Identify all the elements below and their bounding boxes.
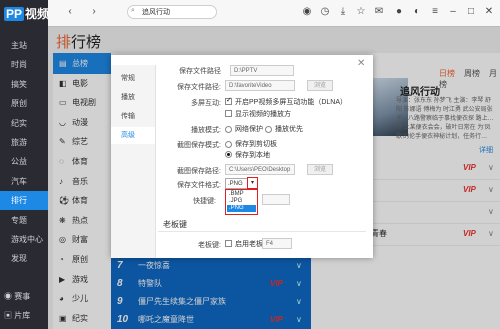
library-icon: ▣ [4,311,12,320]
format-option-png[interactable]: .PNG [227,205,256,212]
show-device-checkbox[interactable] [225,110,232,117]
multiscreen-label: 多屏互动: [191,100,221,107]
nav-item[interactable]: 汽车 [0,172,48,191]
nav-item[interactable]: 搞笑 [0,75,48,94]
nav-footer-library-label: 片库 [14,311,31,320]
favorite-icon[interactable]: ☆ [355,6,367,18]
boss-key-field[interactable]: F4 [262,238,292,249]
play-mode-play-radio[interactable] [265,126,272,133]
nav-footer-events[interactable]: ◉ 赛事 [4,291,30,302]
nav-footer-library[interactable]: ▣ 片库 [4,310,30,321]
play-mode-network-radio[interactable] [225,126,232,133]
back-icon[interactable]: ‹ [64,6,76,18]
settings-tab[interactable]: 高级 [111,127,155,144]
hotkey-field[interactable] [262,194,290,205]
format-option-jpg[interactable]: .JPG [227,198,256,205]
minimize-icon[interactable]: – [447,6,459,18]
record-icon[interactable]: ◉ [301,6,313,18]
multiscreen-checkbox[interactable] [225,96,232,105]
search-input[interactable]: 追风行动 [127,5,217,19]
snapshot-mode-label: 截图保存模式: [177,142,221,149]
nav-item[interactable]: 主站 [0,36,48,55]
dialog-close-icon[interactable]: ✕ [357,58,365,69]
snapshot-mode-opt2: 保存到本地 [235,152,270,159]
multiscreen-opt2: 显示视频的播放方 [235,111,291,118]
format-option-bmp[interactable]: .BMP [227,191,256,198]
forward-icon[interactable]: › [88,6,100,18]
nav-item[interactable]: 原创 [0,94,48,113]
chevron-down-icon[interactable]: ▾ [247,177,258,189]
row0-path[interactable]: D:\PPTV [230,65,294,76]
nav-item[interactable]: 时尚 [0,55,48,74]
nav-item[interactable]: 公益 [0,152,48,171]
boss-key-checkbox[interactable] [225,240,232,247]
menu-icon[interactable]: ≡ [429,6,441,18]
hotkey-label: 快捷键: [193,198,216,205]
message-icon[interactable]: ✉ [373,6,385,18]
browse-button-1[interactable]: 浏览 [307,80,333,91]
logo-badge: PP [4,7,25,21]
nav-footer-events-label: 赛事 [14,292,31,301]
skin-icon[interactable]: ◐ [411,6,423,18]
nav-item[interactable]: 旅游 [0,133,48,152]
history-icon[interactable]: ◷ [319,6,331,18]
search-icon: ⌕ [131,7,135,14]
format-label: 保存文件格式: [177,182,221,189]
search-value: 追风行动 [142,9,170,16]
snapshot-path-label: 截图保存路径: [177,168,221,175]
nav-item[interactable]: 游戏中心 [0,230,48,249]
settings-tab[interactable]: 播放 [111,89,155,106]
trophy-icon: ◉ [4,292,12,301]
play-mode-opt1: 网络保护 [235,126,263,133]
play-mode-label: 播放模式: [191,127,221,134]
snapshot-local-radio[interactable] [225,151,232,158]
snapshot-clipboard-radio[interactable] [225,141,232,148]
nav-item[interactable]: 发现 [0,249,48,268]
boss-key-section: 老板键 [163,220,187,229]
snapshot-path-field[interactable]: C:\Users\PEO\Desktop [225,164,295,175]
play-mode-opt2: 播放优先 [275,126,303,133]
download-path-field[interactable]: D:\favoriteVideo [225,80,295,91]
nav-item[interactable]: 排行 [0,191,48,211]
row0-label: 保存文件路径 [179,68,221,75]
settings-tab[interactable]: 传输 [111,108,155,125]
maximize-icon[interactable]: □ [465,6,477,18]
nav-item[interactable]: 纪实 [0,114,48,133]
app-logo[interactable]: PP 视频 [4,5,49,22]
snapshot-mode-opt1: 保存到剪切板 [235,141,277,148]
multiscreen-opt1: 开启PP视频多屏互动功能（DLNA） [235,99,348,106]
nav-item[interactable]: 专题 [0,211,48,230]
logo-text: 视频 [25,7,50,21]
divider [158,231,366,232]
avatar[interactable]: ● [393,6,405,18]
browse-button-2[interactable]: 浏览 [307,164,333,175]
download-icon[interactable]: ⤓ [337,6,349,18]
close-icon[interactable]: ✕ [483,6,495,18]
boss-key-label: 老板键: [198,242,221,249]
download-path-label: 保存文件路径: [177,84,221,91]
settings-tab[interactable]: 常规 [111,70,155,87]
